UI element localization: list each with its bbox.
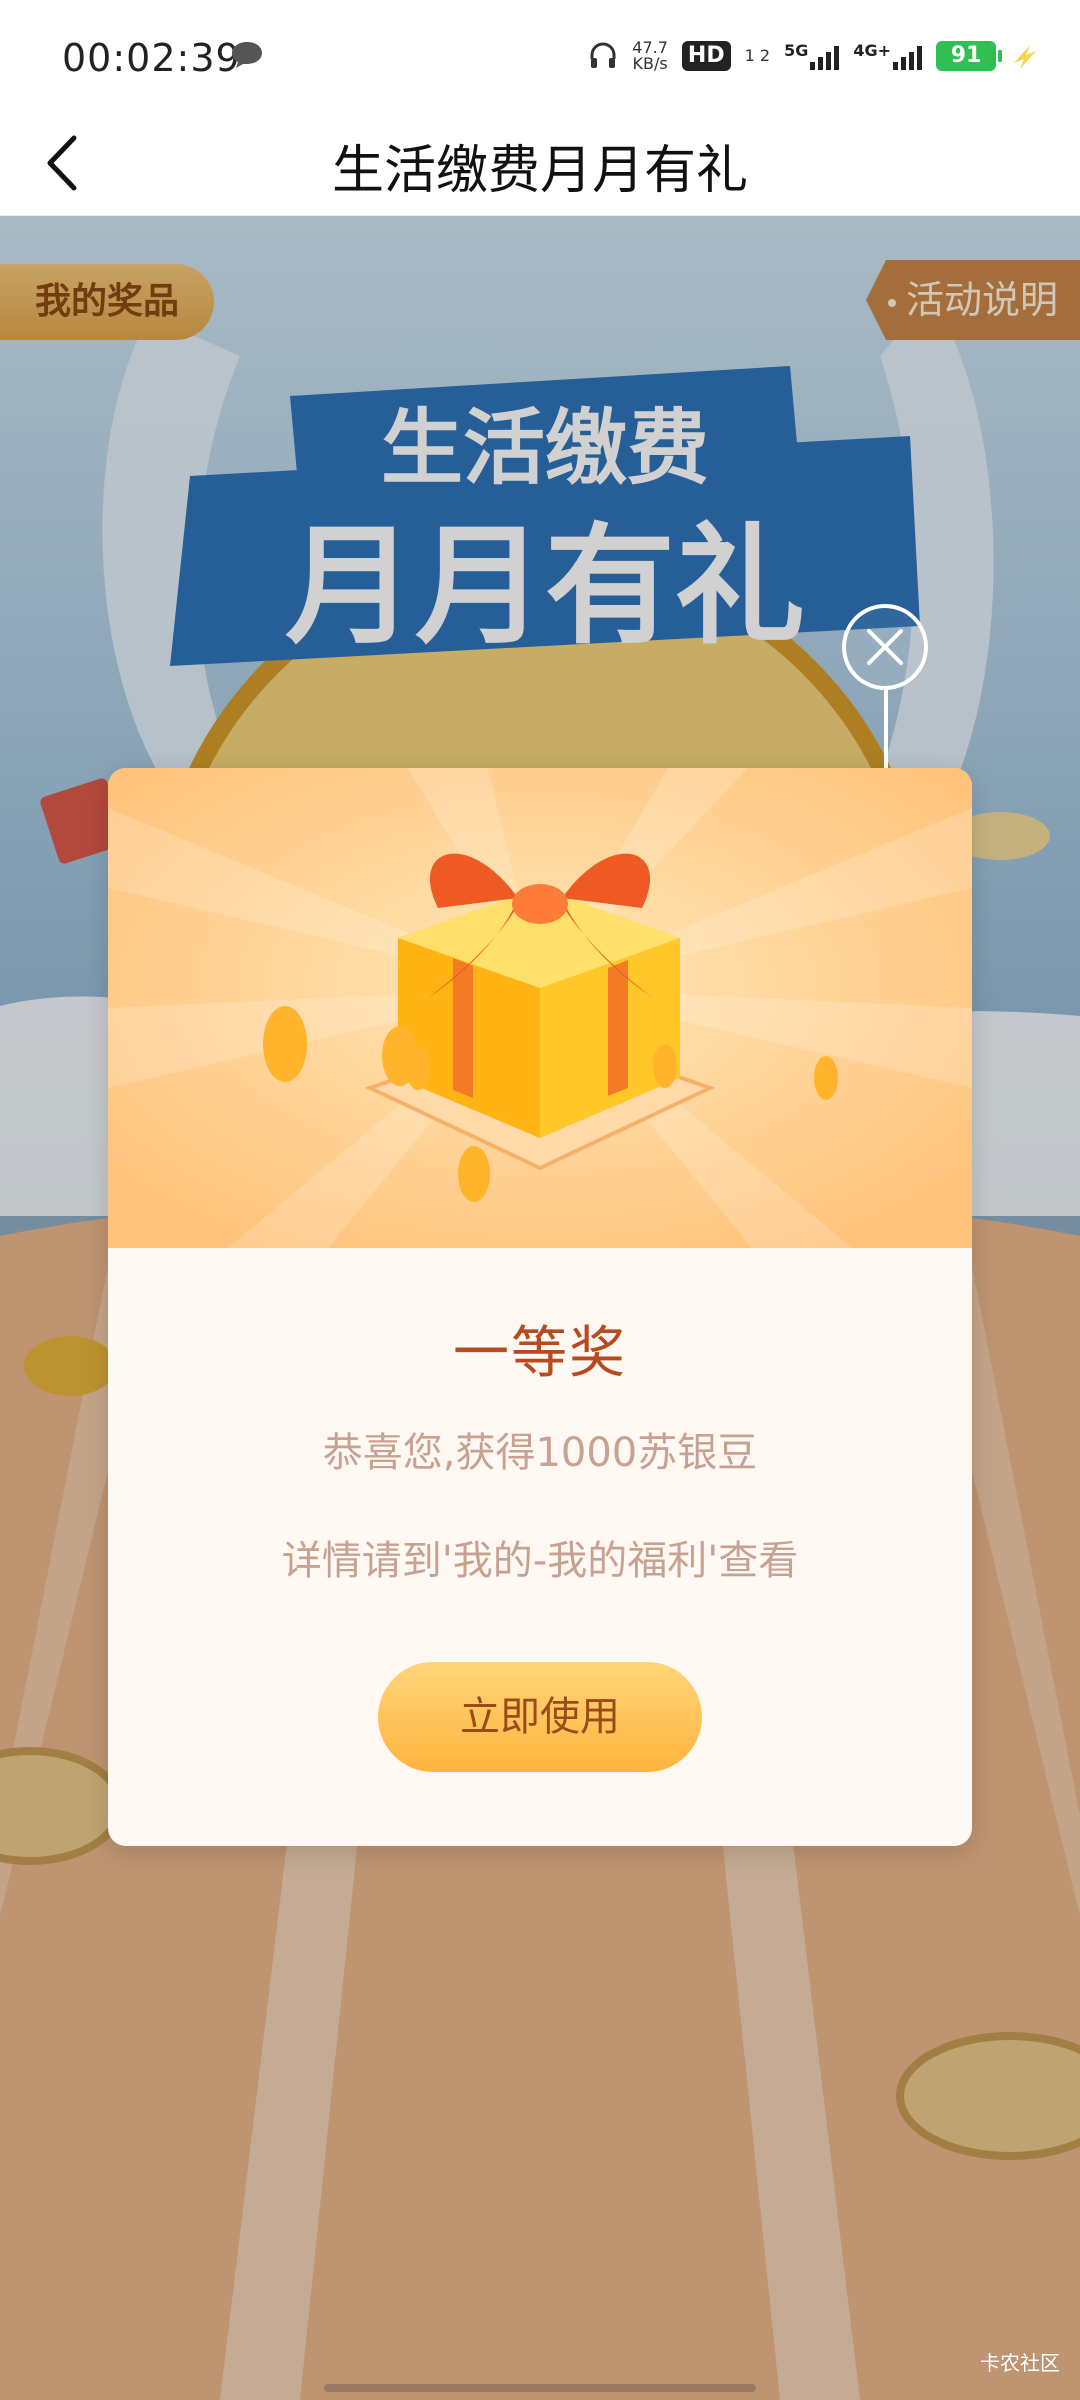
- signal-bars-icon: [810, 42, 840, 70]
- signal-4g: 4G+: [853, 41, 922, 70]
- close-connector: [884, 690, 888, 770]
- prize-description: 恭喜您,获得1000苏银豆: [322, 1430, 758, 1476]
- page-title: 生活缴费月月有礼: [331, 141, 748, 201]
- close-button[interactable]: [842, 604, 928, 690]
- status-time: 00:02:39: [62, 36, 241, 80]
- headphones-icon: [590, 42, 616, 68]
- prize-dialog: 一等奖 恭喜您,获得1000苏银豆 详情请到'我的-我的福利'查看 立即使用: [108, 768, 972, 1846]
- message-icon: [232, 42, 262, 68]
- status-bar: 00:02:39 47.7 KB/s HD 1 2 5G 4G+ 91: [0, 0, 1080, 110]
- sim-slot: 1 2: [744, 46, 771, 65]
- charging-icon: [1014, 45, 1036, 69]
- prize-level: 一等奖: [453, 1321, 627, 1386]
- use-now-button[interactable]: 立即使用: [378, 1662, 702, 1772]
- watermark: 卡农社区: [980, 2351, 1060, 2375]
- network-speed: 47.7 KB/s: [632, 38, 668, 73]
- dialog-header-illustration: [108, 768, 972, 1248]
- hd-badge: HD: [681, 41, 731, 71]
- battery-indicator: 91: [936, 41, 1002, 71]
- gift-box-icon: [398, 853, 680, 1138]
- signal-bars-icon: [893, 42, 922, 70]
- nav-bar: 生活缴费月月有礼: [0, 110, 1080, 216]
- home-indicator[interactable]: [324, 2384, 756, 2392]
- signal-5g: 5G: [784, 41, 840, 70]
- close-icon: [867, 629, 903, 665]
- prize-hint: 详情请到'我的-我的福利'查看: [281, 1538, 799, 1584]
